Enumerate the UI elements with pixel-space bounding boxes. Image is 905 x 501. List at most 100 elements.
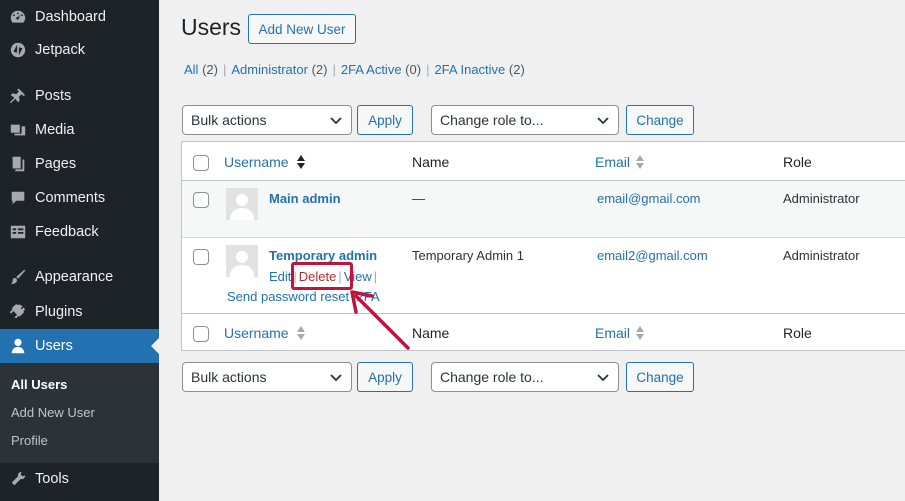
sort-icon[interactable] bbox=[635, 325, 645, 341]
media-icon bbox=[8, 120, 28, 140]
select-value: Bulk actions bbox=[191, 112, 267, 128]
username-link[interactable]: Temporary admin bbox=[269, 248, 377, 263]
select-value: Change role to... bbox=[440, 112, 544, 128]
filter-2fa-active[interactable]: 2FA Active bbox=[341, 62, 402, 77]
menu-item-users[interactable]: Users bbox=[0, 329, 159, 363]
menu-item-media[interactable]: Media bbox=[0, 113, 159, 147]
filter-separator: | bbox=[222, 62, 227, 77]
menu-label: Dashboard bbox=[35, 9, 106, 25]
username-link[interactable]: Main admin bbox=[269, 191, 341, 206]
chevron-down-icon bbox=[597, 117, 609, 125]
column-header-name: Name bbox=[412, 154, 450, 170]
menu-item-appearance[interactable]: Appearance bbox=[0, 260, 159, 294]
users-submenu: All Users Add New User Profile bbox=[0, 363, 159, 463]
change-role-select-bottom[interactable]: Change role to... bbox=[431, 362, 619, 392]
menu-label: Pages bbox=[35, 156, 77, 172]
annotation-arrow-icon bbox=[350, 290, 410, 350]
pin-icon bbox=[8, 86, 28, 106]
edit-link[interactable]: Edit bbox=[269, 269, 291, 284]
menu-label: Appearance bbox=[35, 269, 114, 285]
submenu-profile[interactable]: Profile bbox=[11, 433, 48, 448]
filter-separator: | bbox=[332, 62, 336, 77]
menu-label: Comments bbox=[35, 190, 106, 206]
chevron-down-icon bbox=[330, 117, 342, 125]
menu-item-pages[interactable]: Pages bbox=[0, 147, 159, 181]
column-header-email[interactable]: Email bbox=[595, 154, 630, 170]
bulk-actions-select-bottom[interactable]: Bulk actions bbox=[182, 362, 352, 392]
menu-item-jetpack[interactable]: Jetpack bbox=[0, 33, 159, 67]
page-title: Users bbox=[181, 14, 242, 40]
menu-item-feedback[interactable]: Feedback bbox=[0, 215, 159, 249]
email-link[interactable]: email@gmail.com bbox=[597, 191, 701, 206]
filter-2fa-inactive[interactable]: 2FA Inactive bbox=[434, 62, 505, 77]
menu-item-posts[interactable]: Posts bbox=[0, 79, 159, 113]
change-button-top[interactable]: Change bbox=[626, 105, 694, 135]
filter-count: (2) bbox=[311, 62, 328, 77]
menu-label: Jetpack bbox=[35, 42, 85, 58]
add-new-user-button[interactable]: Add New User bbox=[248, 14, 356, 44]
sort-icon[interactable] bbox=[296, 325, 306, 341]
role-cell: Administrator bbox=[783, 191, 860, 206]
table-row bbox=[182, 181, 905, 237]
name-cell: — bbox=[412, 191, 425, 206]
submenu-add-new-user[interactable]: Add New User bbox=[11, 405, 95, 420]
column-footer-email[interactable]: Email bbox=[595, 325, 630, 341]
sort-icon[interactable] bbox=[296, 154, 306, 170]
apply-button-top[interactable]: Apply bbox=[357, 105, 413, 135]
chevron-down-icon bbox=[597, 374, 609, 382]
column-footer-role: Role bbox=[783, 325, 812, 341]
feedback-icon bbox=[8, 222, 28, 242]
menu-item-tools[interactable]: Tools bbox=[0, 462, 159, 496]
select-value: Bulk actions bbox=[191, 369, 267, 385]
avatar bbox=[226, 245, 258, 277]
row-checkbox[interactable] bbox=[193, 249, 209, 265]
apply-button-bottom[interactable]: Apply bbox=[357, 362, 413, 392]
users-table: Username Name Email Role Main admin — em… bbox=[181, 141, 905, 351]
brush-icon bbox=[8, 267, 28, 287]
role-cell: Administrator bbox=[783, 248, 860, 263]
row-divider bbox=[182, 237, 905, 238]
change-role-select-top[interactable]: Change role to... bbox=[431, 105, 619, 135]
user-role-filters: All (2) | Administrator (2) | 2FA Active (0)… bbox=[184, 62, 525, 77]
filter-count: (2) bbox=[202, 62, 218, 77]
column-header-username[interactable]: Username bbox=[224, 154, 289, 170]
wrench-icon bbox=[8, 469, 28, 489]
select-all-checkbox[interactable] bbox=[193, 155, 209, 171]
bulk-actions-select-top[interactable]: Bulk actions bbox=[182, 105, 352, 135]
filter-count: (2) bbox=[508, 62, 525, 77]
menu-item-plugins[interactable]: Plugins bbox=[0, 295, 159, 329]
filter-separator: | bbox=[426, 62, 430, 77]
menu-item-dashboard[interactable]: Dashboard bbox=[0, 0, 159, 34]
menu-label: Media bbox=[35, 122, 75, 138]
select-value: Change role to... bbox=[440, 369, 544, 385]
menu-label: Posts bbox=[35, 88, 72, 104]
filter-administrator[interactable]: Administrator bbox=[231, 62, 308, 77]
sort-icon[interactable] bbox=[635, 154, 645, 170]
send-password-reset-link[interactable]: Send password reset bbox=[227, 289, 349, 304]
filter-count: (0) bbox=[405, 62, 422, 77]
menu-label: Feedback bbox=[35, 224, 99, 240]
column-header-role: Role bbox=[783, 154, 812, 170]
user-icon bbox=[8, 336, 28, 356]
row-checkbox[interactable] bbox=[193, 192, 209, 208]
menu-item-comments[interactable]: Comments bbox=[0, 181, 159, 215]
filter-all[interactable]: All bbox=[184, 62, 198, 77]
name-cell: Temporary Admin 1 bbox=[412, 248, 524, 263]
column-footer-name: Name bbox=[412, 325, 450, 341]
submenu-all-users[interactable]: All Users bbox=[11, 377, 67, 392]
menu-label: Plugins bbox=[35, 304, 83, 320]
select-all-checkbox-footer[interactable] bbox=[193, 326, 209, 342]
change-button-bottom[interactable]: Change bbox=[626, 362, 694, 392]
jetpack-icon bbox=[8, 40, 28, 60]
avatar bbox=[226, 188, 258, 220]
menu-label: Users bbox=[35, 338, 73, 354]
delete-highlight-box bbox=[291, 262, 353, 290]
plug-icon bbox=[8, 302, 28, 322]
comment-icon bbox=[8, 188, 28, 208]
chevron-down-icon bbox=[330, 374, 342, 382]
menu-label: Tools bbox=[35, 471, 69, 487]
footer-divider bbox=[182, 313, 905, 314]
dashboard-icon bbox=[8, 7, 28, 27]
column-footer-username[interactable]: Username bbox=[224, 325, 289, 341]
email-link[interactable]: email2@gmail.com bbox=[597, 248, 708, 263]
